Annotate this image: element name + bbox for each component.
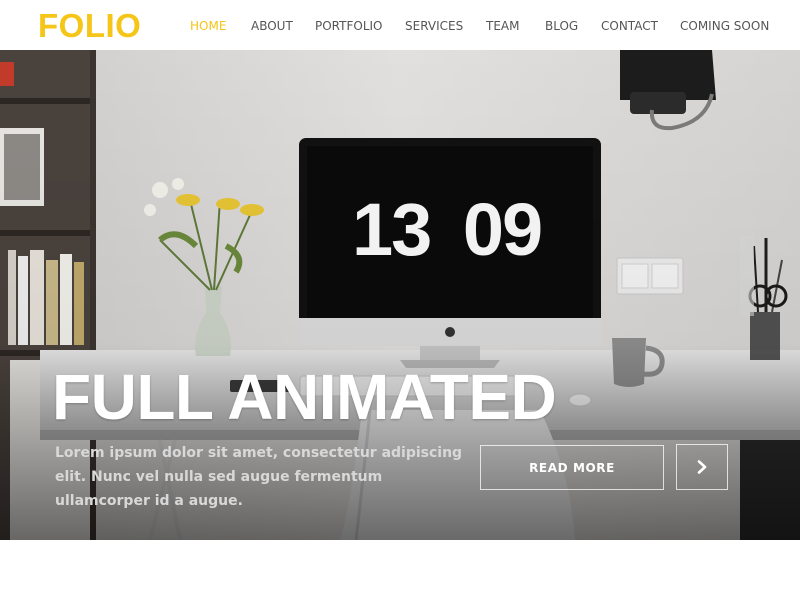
hero-title: FULL ANIMATED (52, 361, 557, 433)
nav-item-team[interactable]: TEAM (486, 18, 519, 34)
clock-hours: 13 (352, 188, 432, 271)
nav-item-contact[interactable]: CONTACT (601, 18, 658, 34)
read-more-button[interactable]: READ MORE (480, 445, 664, 490)
hero-description: Lorem ipsum dolor sit amet, consectetur … (55, 445, 463, 509)
nav-item-home[interactable]: HOME (190, 18, 226, 34)
clock-minutes: 09 (462, 188, 543, 271)
nav-item-coming-soon[interactable]: COMING SOON (680, 18, 769, 34)
hero-slider: 13 09 FULL ANIMATED Lorem ipsum dolor si… (0, 50, 800, 540)
nav-item-about[interactable]: ABOUT (251, 18, 293, 34)
next-slide-button[interactable] (676, 444, 728, 490)
chevron-right-icon (697, 460, 707, 474)
nav-item-services[interactable]: SERVICES (405, 18, 463, 34)
nav-item-portfolio[interactable]: PORTFOLIO (315, 18, 383, 34)
nav-item-blog[interactable]: BLOG (545, 18, 578, 34)
main-nav: HOME ABOUT PORTFOLIO SERVICES TEAM BLOG … (0, 18, 800, 34)
page-content-below (0, 540, 800, 600)
read-more-label: READ MORE (529, 460, 615, 475)
navbar: FOLIO HOME ABOUT PORTFOLIO SERVICES TEAM… (0, 0, 800, 50)
monitor-clock: 13 09 (352, 188, 552, 272)
